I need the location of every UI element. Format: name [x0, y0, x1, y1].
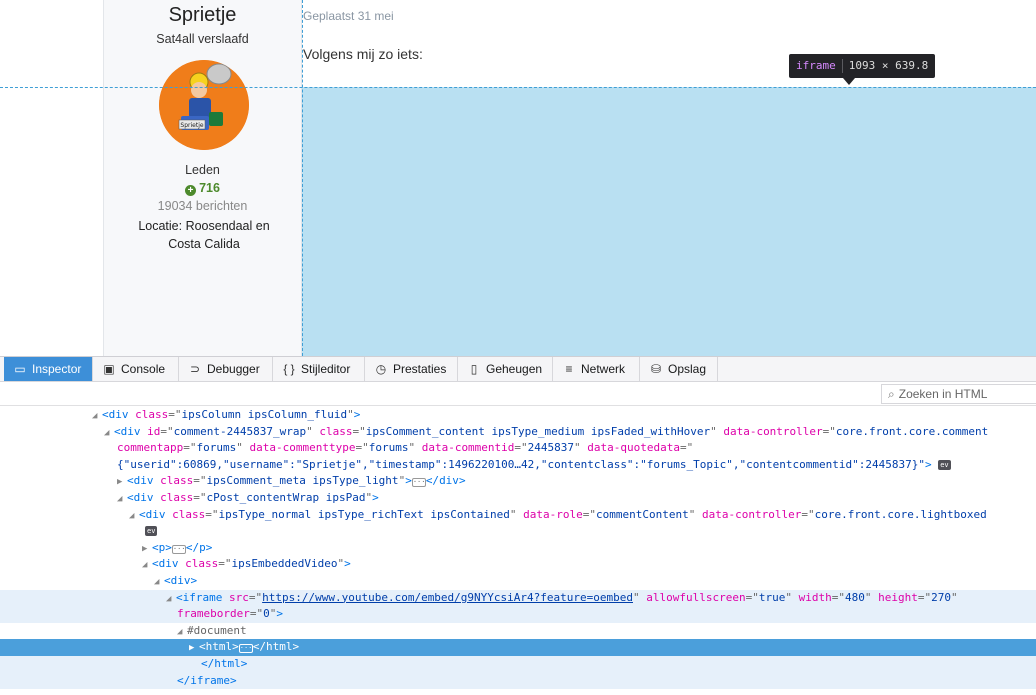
author-name[interactable]: Sprietje [104, 4, 301, 27]
iframe-src-link[interactable]: https://www.youtube.com/embed/g9NYYcsiAr… [262, 591, 633, 604]
infobar-arrow [843, 78, 855, 85]
search-icon: ⌕ [888, 387, 895, 401]
tab-label: Debugger [207, 362, 260, 376]
tree-node-selected[interactable]: ▶ <html>···</html> [0, 639, 1036, 656]
tree-node-continuation[interactable]: commentapp="forums" data-commenttype="fo… [0, 440, 1036, 457]
plus-icon: + [185, 185, 197, 196]
avatar-label: Sprietje [180, 122, 203, 129]
avatar[interactable]: Sprietje [159, 60, 249, 150]
tree-node[interactable]: ◢ <div class="ipsEmbeddedVideo"> [0, 556, 1036, 573]
tree-node[interactable]: ▶ <div class="ipsComment_meta ipsType_lig… [0, 473, 1036, 490]
collapse-arrow-icon[interactable]: ◢ [166, 591, 176, 607]
inspector-toolbar: ⌕ Zoeken in HTML [0, 382, 1036, 406]
tab-inspector[interactable]: ▭ Inspector [4, 357, 93, 381]
memory-icon: ▯ [470, 362, 478, 376]
post-text: Volgens mij zo iets: [303, 46, 423, 62]
search-html-input[interactable]: ⌕ Zoeken in HTML [881, 384, 1036, 404]
infobar-tag: iframe [796, 59, 836, 72]
author-panel: Sprietje Sat4all verslaafd Sprietje Lede… [103, 0, 302, 356]
vertical-guide-line [302, 0, 303, 356]
event-badge[interactable]: ev [145, 526, 158, 537]
element-infobar: iframe 1093 × 639.8 [789, 54, 936, 78]
storage-icon: ⛁ [650, 362, 662, 376]
author-title: Sat4all verslaafd [156, 32, 249, 46]
tab-label: Opslag [668, 362, 707, 376]
horizontal-guide-line [0, 87, 1036, 88]
debugger-icon: ⊃ [189, 362, 201, 376]
infobar-separator [841, 59, 843, 73]
tab-memory[interactable]: ▯ Geheugen [458, 357, 553, 381]
tree-node-continuation[interactable]: ev [0, 523, 1036, 540]
tree-node[interactable]: ◢ <div class="ipsColumn ipsColumn_fluid"> [0, 407, 1036, 424]
tab-label: Inspector [32, 362, 82, 376]
avatar-illustration: Sprietje [159, 60, 249, 150]
tree-node[interactable]: ◢ <div id="comment-2445837_wrap" class="i… [0, 424, 1036, 441]
collapse-arrow-icon[interactable]: ◢ [154, 574, 164, 590]
collapse-arrow-icon[interactable]: ◢ [177, 624, 187, 640]
tab-debugger[interactable]: ⊃ Debugger [179, 357, 273, 381]
ellipsis-icon[interactable]: ··· [171, 544, 186, 554]
post-date[interactable]: Geplaatst 31 mei [303, 9, 394, 23]
reputation-value: 716 [199, 181, 220, 195]
tree-node-continuation[interactable]: frameborder="0"> [0, 606, 1036, 623]
collapse-arrow-icon[interactable]: ◢ [92, 408, 102, 424]
tab-label: Console [121, 362, 166, 376]
tree-node[interactable]: ▶ <p>···</p> [0, 540, 1036, 557]
author-location: Locatie: Roosendaal en Costa Calida [138, 219, 270, 251]
collapse-arrow-icon[interactable]: ◢ [104, 425, 114, 441]
tree-node-iframe[interactable]: ◢ <iframe src="https://www.youtube.com/em… [0, 589, 1036, 607]
tree-node[interactable]: ◢ <div class="cPost_contentWrap ipsPad"> [0, 490, 1036, 507]
tab-style-editor[interactable]: { } Stijleditor [273, 357, 365, 381]
collapse-arrow-icon[interactable]: ◢ [117, 491, 127, 507]
inspector-icon: ▭ [14, 362, 26, 376]
collapse-arrow-icon[interactable]: ◢ [129, 508, 139, 524]
style-editor-icon: { } [283, 362, 295, 376]
ellipsis-icon[interactable]: ··· [411, 478, 426, 488]
performance-icon: ◷ [375, 362, 387, 376]
tree-node-continuation[interactable]: {"userid":60869,"username":"Sprietje","t… [0, 457, 1036, 474]
tab-label: Geheugen [486, 362, 543, 376]
tab-network[interactable]: ≡ Netwerk [553, 357, 640, 381]
devtools-tabbar: ▭ Inspector ▣ Console ⊃ Debugger { } Stijled… [0, 357, 1036, 382]
expand-arrow-icon[interactable]: ▶ [117, 474, 127, 490]
tab-storage[interactable]: ⛁ Opslag [640, 357, 718, 381]
tab-console[interactable]: ▣ Console [93, 357, 179, 381]
expand-arrow-icon[interactable]: ▶ [189, 640, 199, 656]
console-icon: ▣ [103, 362, 115, 376]
expand-arrow-icon[interactable]: ▶ [142, 541, 152, 557]
tab-performance[interactable]: ◷ Prestaties [365, 357, 458, 381]
tree-node-close[interactable]: </html> [0, 656, 1036, 673]
tab-label: Netwerk [581, 362, 626, 376]
ellipsis-icon[interactable]: ··· [238, 644, 253, 654]
event-badge[interactable]: ev [938, 459, 951, 470]
tree-node[interactable]: ◢ #document [0, 623, 1036, 640]
post-count: 19034 berichten [157, 199, 248, 213]
search-placeholder: Zoeken in HTML [898, 387, 988, 401]
network-icon: ≡ [565, 362, 573, 376]
tree-node[interactable]: ◢ <div> [0, 573, 1036, 590]
tree-node[interactable]: ◢ <div class="ipsType_normal ipsType_rich… [0, 507, 1036, 524]
infobar-dimensions: 1093 × 639.8 [848, 59, 929, 72]
tab-label: Stijleditor [301, 362, 351, 376]
iframe-highlight-overlay [302, 87, 1036, 356]
tab-label: Prestaties [393, 362, 447, 376]
reputation: +716 [104, 181, 301, 196]
markup-view: ◢ <div class="ipsColumn ipsColumn_fluid">… [0, 407, 1036, 695]
collapse-arrow-icon[interactable]: ◢ [142, 557, 152, 573]
author-group: Leden [185, 163, 220, 177]
web-page: Sprietje Sat4all verslaafd Sprietje Lede… [0, 0, 1036, 356]
devtools-panel: ▭ Inspector ▣ Console ⊃ Debugger { } Stijled… [0, 356, 1036, 695]
tree-node-close[interactable]: </iframe> [0, 672, 1036, 690]
